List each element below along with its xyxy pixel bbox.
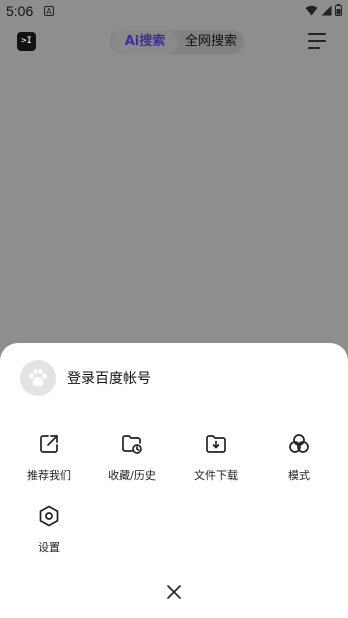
close-icon[interactable] [164, 582, 184, 602]
avatar [20, 360, 56, 396]
status-time: 5:06 [6, 3, 34, 19]
tab-web-search[interactable]: 全网搜索 [178, 30, 244, 54]
search-mode-switch: Ai搜索 全网搜索 [110, 30, 244, 54]
login-row[interactable]: 登录百度帐号 [20, 359, 151, 397]
app-icon[interactable]: >I [17, 32, 36, 51]
action-mode[interactable]: 模式 [259, 432, 339, 483]
battery-icon [335, 4, 342, 16]
folder-download-icon [206, 435, 226, 453]
status-icons [305, 4, 342, 16]
status-bar: 5:06 A [0, 0, 348, 24]
action-recommend-us[interactable]: 推荐我们 [9, 432, 89, 483]
action-file-download[interactable]: 文件下载 [176, 432, 256, 483]
share-icon [40, 435, 58, 453]
action-label: 推荐我们 [27, 469, 71, 482]
action-label: 文件下载 [194, 469, 238, 482]
action-settings[interactable]: 设置 [9, 504, 89, 555]
tab-ai-search[interactable]: Ai搜索 [112, 30, 178, 54]
circles-icon [289, 434, 309, 453]
action-label: 设置 [38, 541, 60, 554]
notification-icon: A [44, 6, 54, 16]
action-label: 收藏/历史 [108, 469, 156, 482]
login-label: 登录百度帐号 [67, 371, 151, 387]
baidu-paw-icon [29, 368, 47, 386]
folder-clock-icon [122, 435, 142, 454]
settings-hexagon-icon [39, 505, 59, 527]
wifi-icon [305, 5, 318, 15]
top-bar: >I Ai搜索 全网搜索 [0, 24, 348, 60]
action-label: 模式 [288, 469, 310, 482]
action-favorites-history[interactable]: 收藏/历史 [92, 432, 172, 483]
bottom-sheet: 登录百度帐号 推荐我们 收藏/历史 文件下载 模式 设置 [0, 343, 348, 618]
menu-icon[interactable] [308, 33, 326, 49]
signal-icon [321, 5, 332, 15]
